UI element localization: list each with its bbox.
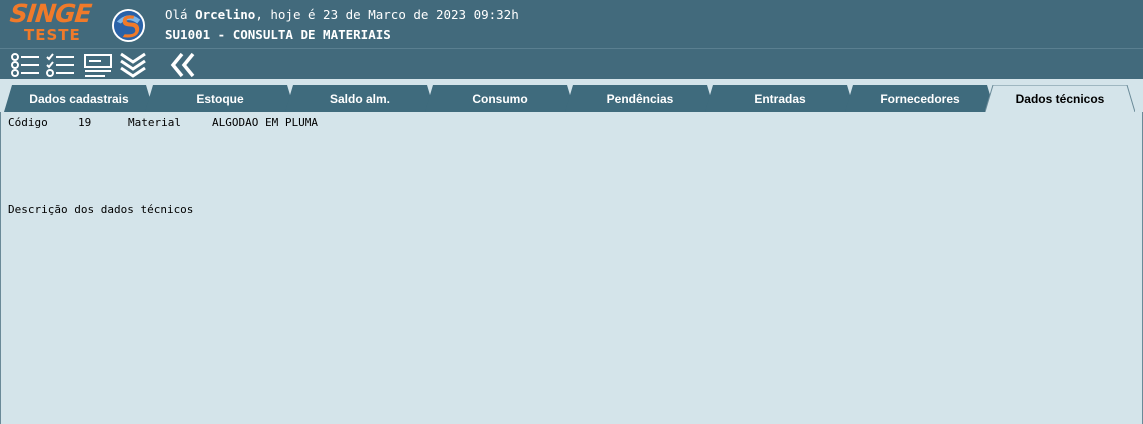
back-icon[interactable] <box>168 52 198 78</box>
material-value: ALGODAO EM PLUMA <box>212 116 318 129</box>
greeting-prefix: Olá <box>165 7 196 22</box>
descricao-label: Descrição dos dados técnicos <box>8 203 194 216</box>
tab-fornecedores[interactable]: Fornecedores <box>845 85 995 112</box>
tab-estoque[interactable]: Estoque <box>145 85 295 112</box>
greeting-date: , hoje é 23 de Marco de 2023 09:32h <box>255 7 519 22</box>
singe-emblem-icon <box>111 8 146 43</box>
logo-teste-text: TESTE <box>24 26 81 44</box>
tab-label: Pendências <box>606 92 674 106</box>
tab-label: Saldo alm. <box>329 92 391 106</box>
codigo-value: 19 <box>78 116 92 129</box>
tab-bar: Dados cadastrais Estoque Saldo alm. Cons… <box>0 79 1143 112</box>
tab-pendencias[interactable]: Pendências <box>565 85 715 112</box>
greeting-text: Olá Orcelino, hoje é 23 de Marco de 2023… <box>165 7 519 22</box>
tab-consumo[interactable]: Consumo <box>425 85 575 112</box>
expand-down-icon[interactable] <box>118 52 148 78</box>
tab-content-dados-tecnicos: Código 19 Material ALGODAO EM PLUMA Desc… <box>0 112 1143 424</box>
tab-label: Dados técnicos <box>1015 92 1105 106</box>
tab-saldo-alm[interactable]: Saldo alm. <box>285 85 435 112</box>
tab-dados-tecnicos[interactable]: Dados técnicos <box>985 85 1135 112</box>
singe-logo: SINGE TESTE <box>8 0 105 45</box>
material-label: Material <box>128 116 181 129</box>
tab-entradas[interactable]: Entradas <box>705 85 855 112</box>
form-icon[interactable] <box>83 52 113 78</box>
checklist-icon[interactable] <box>45 52 75 78</box>
tab-dados-cadastrais[interactable]: Dados cadastrais <box>4 85 154 112</box>
tab-label: Dados cadastrais <box>29 92 129 106</box>
tab-label: Consumo <box>472 92 528 106</box>
toolbar <box>0 48 1143 79</box>
tab-label: Estoque <box>196 92 244 106</box>
logo-singe-text: SINGE <box>8 0 93 28</box>
list-icon[interactable] <box>10 52 40 78</box>
app-header: SINGE TESTE Olá Orcelino, hoje é 23 de M… <box>0 0 1143 48</box>
tab-label: Entradas <box>754 92 806 106</box>
user-name: Orcelino <box>195 7 256 22</box>
page-title: SU1001 - CONSULTA DE MATERIAIS <box>165 27 391 42</box>
tab-label: Fornecedores <box>880 92 960 106</box>
codigo-label: Código <box>8 116 48 129</box>
